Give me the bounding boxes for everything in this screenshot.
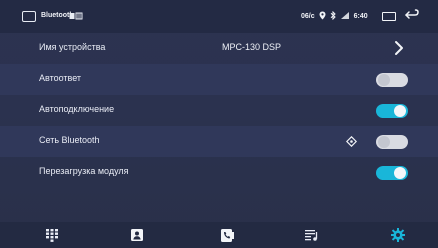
signal-icon <box>340 11 350 22</box>
bt-network-label: Сеть Bluetooth <box>39 135 100 145</box>
auto-answer-toggle[interactable] <box>376 73 408 87</box>
module-reboot-toggle[interactable] <box>376 166 408 180</box>
info-diamond-icon[interactable] <box>346 136 357 147</box>
module-reboot-label: Перезагрузка модуля <box>39 166 129 176</box>
status-indicators: 06/c 6:40 <box>301 10 368 22</box>
nav-contacts[interactable] <box>107 222 167 248</box>
bottom-nav <box>0 222 438 248</box>
nav-dialpad[interactable] <box>22 222 82 248</box>
bluetooth-icon <box>330 10 336 22</box>
bluetooth-settings-screen: Bluetooth 06/c 6:40 Имя устройства MPC-1… <box>0 0 438 248</box>
toggle-knob <box>378 136 390 148</box>
device-name-value: MPC-130 DSP <box>222 42 282 52</box>
home-outline-icon[interactable] <box>22 11 36 22</box>
chevron-right-icon[interactable] <box>393 40 405 56</box>
status-bar: Bluetooth 06/c 6:40 <box>0 0 438 33</box>
nav-music[interactable] <box>282 222 342 248</box>
auto-connect-row: Автоподключение <box>0 95 438 126</box>
dialpad-icon <box>46 228 58 242</box>
settings-gear-icon <box>391 228 405 242</box>
device-name-row[interactable]: Имя устройства MPC-130 DSP <box>0 33 438 64</box>
call-log-icon <box>220 228 234 242</box>
auto-answer-label: Автоответ <box>39 73 82 83</box>
nav-settings[interactable] <box>368 222 428 248</box>
auto-connect-toggle[interactable] <box>376 104 408 118</box>
auto-connect-label: Автоподключение <box>39 104 115 114</box>
clock: 6:40 <box>353 13 368 20</box>
channel-readout: 06/c <box>301 13 315 20</box>
back-icon[interactable] <box>404 7 420 23</box>
toggle-knob <box>394 105 406 117</box>
bt-network-toggle[interactable] <box>376 135 408 149</box>
toggle-knob <box>394 167 406 179</box>
device-name-label: Имя устройства <box>39 42 106 52</box>
bt-network-row: Сеть Bluetooth <box>0 126 438 157</box>
auto-answer-row: Автоответ <box>0 64 438 95</box>
bluetooth-badge-icon <box>69 12 83 22</box>
contacts-icon <box>131 229 143 241</box>
music-icon <box>305 229 318 241</box>
toggle-knob <box>378 74 390 86</box>
gps-icon <box>319 11 326 22</box>
module-reboot-row: Перезагрузка модуля <box>0 157 438 188</box>
nav-call-log[interactable] <box>197 222 257 248</box>
screen-icon[interactable] <box>382 12 396 21</box>
